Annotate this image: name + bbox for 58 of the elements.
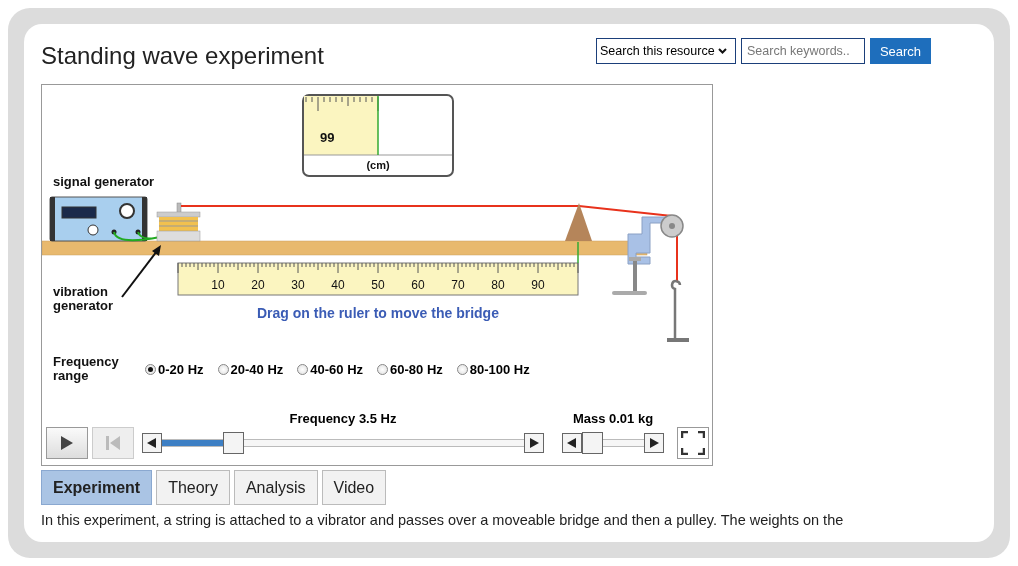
radio-button[interactable] bbox=[297, 363, 309, 375]
ruler[interactable] bbox=[177, 241, 579, 296]
tab[interactable]: Theory bbox=[156, 470, 230, 505]
search-field[interactable]: Search keywords.. bbox=[741, 38, 865, 64]
left-triangle-icon bbox=[147, 438, 157, 448]
fullscreen-icon bbox=[681, 431, 705, 455]
hanging-mass-drawing bbox=[667, 279, 689, 342]
decrease-button[interactable] bbox=[562, 433, 582, 453]
fullscreen-button[interactable] bbox=[677, 427, 709, 459]
ruler-label: 40 bbox=[331, 278, 345, 292]
frequency-range-label: Frequency range bbox=[53, 355, 120, 383]
radio-button[interactable] bbox=[456, 363, 468, 375]
play-button[interactable] bbox=[46, 427, 88, 459]
search-button[interactable]: Search bbox=[870, 38, 931, 64]
vibration-generator-drawing bbox=[156, 202, 201, 242]
right-triangle-icon bbox=[649, 438, 659, 448]
frequency-label: Frequency 3.5 Hz bbox=[289, 411, 397, 426]
increase-button[interactable] bbox=[524, 433, 544, 453]
frequency-range-option[interactable]: 40-60 Hz bbox=[297, 361, 364, 377]
tab[interactable]: Analysis bbox=[233, 470, 318, 505]
frequency-range-option[interactable]: 0-20 Hz bbox=[145, 361, 204, 377]
right-triangle-icon bbox=[529, 438, 539, 448]
description-text: In this experiment, a string is attached to a vibrator and passes over a moveable bridge and then a pulley. The weights on the bbox=[41, 512, 845, 528]
vibration-generator-label: vibration generator bbox=[53, 285, 114, 313]
mass-label: Mass 0.01 kg bbox=[572, 411, 654, 426]
signal-generator-label: signal generator bbox=[53, 175, 155, 189]
radio-button[interactable] bbox=[377, 363, 389, 375]
frequency-range-option[interactable]: 20-40 Hz bbox=[217, 361, 284, 377]
left-triangle-icon bbox=[567, 438, 577, 448]
radio-button[interactable] bbox=[217, 363, 229, 375]
skip-back-icon bbox=[105, 435, 121, 451]
frequency-range-option[interactable]: 80-100 Hz bbox=[456, 361, 530, 377]
page-title: Standing wave experiment bbox=[41, 42, 324, 70]
increase-button[interactable] bbox=[644, 433, 664, 453]
readout-unit: (cm) bbox=[366, 159, 390, 171]
readout-value: 99 bbox=[320, 130, 335, 145]
slider-thumb[interactable] bbox=[582, 432, 603, 454]
search-scope-dropdown[interactable]: Search this resource bbox=[596, 38, 736, 64]
ruler-label: 90 bbox=[531, 278, 545, 292]
ruler-label: 30 bbox=[291, 278, 305, 292]
ruler-label: 60 bbox=[411, 278, 425, 292]
arrow bbox=[121, 245, 161, 298]
play-icon bbox=[60, 435, 74, 451]
frequency-range-option[interactable]: 60-80 Hz bbox=[377, 361, 443, 377]
tab[interactable]: Experiment bbox=[41, 470, 153, 505]
ruler-label: 10 bbox=[211, 278, 225, 292]
ruler-label: 70 bbox=[451, 278, 465, 292]
ruler-label: 50 bbox=[371, 278, 385, 292]
tab[interactable]: Video bbox=[321, 470, 387, 505]
slider-thumb[interactable] bbox=[223, 432, 245, 454]
ruler-label: 20 bbox=[251, 278, 265, 292]
ruler-label: 80 bbox=[491, 278, 505, 292]
radio-button[interactable] bbox=[145, 363, 156, 375]
pulley-drawing bbox=[660, 214, 684, 238]
decrease-button[interactable] bbox=[142, 433, 162, 453]
bridge[interactable] bbox=[565, 203, 592, 241]
ruler-hint: Drag on the ruler to move the bridge bbox=[257, 305, 499, 321]
chevron-down-icon bbox=[717, 48, 727, 54]
